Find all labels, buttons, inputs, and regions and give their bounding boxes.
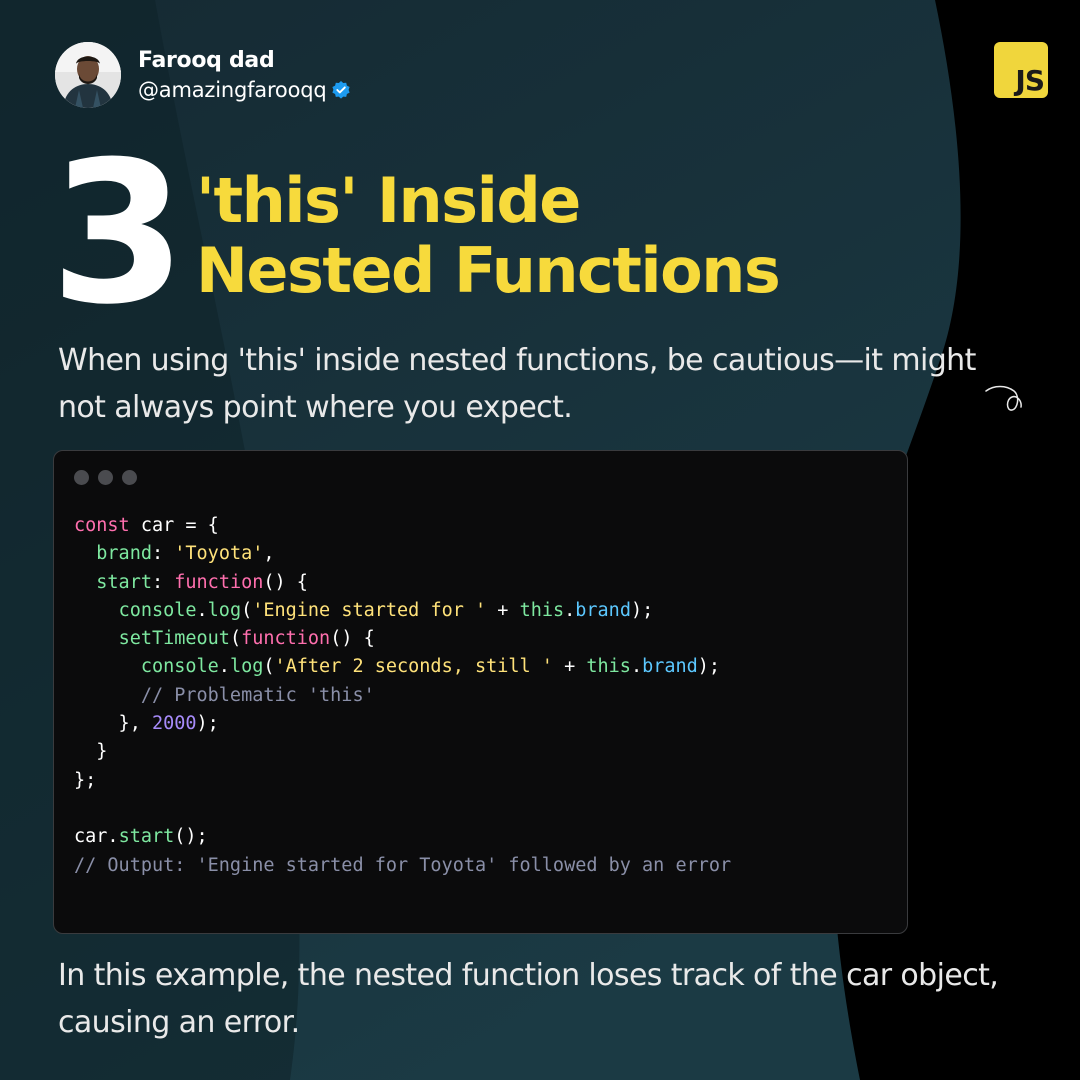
code-line: car.start(); — [74, 823, 731, 851]
verified-badge-icon — [331, 80, 351, 100]
code-token: + — [486, 599, 520, 621]
avatar[interactable] — [55, 42, 121, 108]
code-token: + — [552, 656, 587, 678]
code-token: }, — [74, 713, 152, 735]
intro-text: When using 'this' inside nested function… — [58, 343, 976, 425]
code-block: const car = { brand: 'Toyota', start: fu… — [74, 512, 731, 880]
code-token: // Output: 'Engine started for Toyota' f… — [74, 854, 732, 876]
code-token: car = { — [129, 515, 219, 536]
code-token: : — [151, 571, 175, 593]
code-token: 2000 — [151, 713, 197, 735]
code-line: } — [74, 738, 731, 766]
code-token: brand — [642, 656, 698, 678]
code-token: () { — [330, 628, 375, 650]
code-token: }; — [74, 769, 97, 791]
window-controls — [74, 470, 146, 485]
title-line-2: Nested Functions — [196, 234, 781, 307]
code-token: this — [586, 656, 631, 678]
code-token: . — [218, 656, 230, 678]
author-name[interactable]: Farooq dad — [138, 47, 351, 75]
code-token: function — [241, 628, 331, 650]
code-token: function — [174, 571, 264, 593]
js-logo: JS — [994, 42, 1048, 98]
handle-row: @amazingfarooqq — [138, 76, 351, 104]
code-line: const car = { — [74, 512, 731, 540]
outro-text: In this example, the nested function los… — [58, 958, 999, 1040]
author-handle[interactable]: @amazingfarooqq — [138, 76, 327, 104]
code-window: const car = { brand: 'Toyota', start: fu… — [53, 450, 908, 934]
code-token: ( — [241, 599, 253, 621]
code-token: console — [140, 656, 219, 678]
code-token: log — [229, 656, 264, 678]
code-line: }, 2000); — [74, 710, 731, 738]
code-token: start — [96, 571, 152, 593]
code-line: console.log('Engine started for ' + this… — [74, 597, 731, 625]
code-line: start: function() { — [74, 569, 731, 597]
step-number: 3 — [50, 120, 186, 348]
user-info: Farooq dad @amazingfarooqq — [138, 47, 351, 104]
code-token: . — [196, 599, 208, 621]
window-dot-icon — [122, 470, 137, 485]
window-dot-icon — [98, 470, 113, 485]
code-token: } — [74, 741, 108, 763]
code-token: brand — [575, 599, 631, 621]
code-token: 'Toyota' — [174, 543, 264, 565]
code-token: . — [564, 599, 576, 621]
code-token: start — [118, 826, 175, 848]
author-header: Farooq dad @amazingfarooqq — [55, 42, 351, 108]
code-token: ); — [196, 713, 219, 735]
code-token: // Problematic 'this' — [140, 684, 375, 706]
code-line: }; — [74, 767, 731, 795]
title-line-1: 'this' Inside — [196, 164, 581, 237]
code-token: ( — [263, 656, 275, 678]
slide-title: 'this' Inside Nested Functions — [196, 164, 781, 307]
code-token: this — [519, 599, 565, 621]
code-token: brand — [96, 543, 152, 565]
slide-canvas: Farooq dad @amazingfarooqq JS 3 'this' I… — [0, 0, 1080, 1080]
code-token: setTimeout — [118, 628, 230, 650]
code-line: console.log('After 2 seconds, still ' + … — [74, 653, 731, 681]
code-token: . — [630, 656, 643, 678]
code-token: 'After 2 seconds, still ' — [274, 656, 553, 678]
code-token: car. — [74, 826, 119, 848]
code-token: log — [207, 599, 242, 621]
code-token: ( — [229, 628, 242, 650]
code-token: , — [263, 543, 275, 565]
squiggle-doodle-icon — [985, 385, 1022, 411]
code-line: // Problematic 'this' — [74, 682, 731, 710]
code-token: ); — [697, 656, 721, 678]
code-line: setTimeout(function() { — [74, 625, 731, 653]
avatar-image — [55, 42, 121, 108]
code-token: (); — [174, 826, 208, 848]
code-token: const — [74, 515, 130, 536]
code-token: () { — [263, 571, 308, 593]
code-line: // Output: 'Engine started for Toyota' f… — [74, 852, 731, 880]
code-token: console — [118, 599, 197, 621]
code-token: ); — [630, 599, 654, 621]
code-token: : — [151, 543, 175, 565]
code-token: 'Engine started for ' — [252, 599, 487, 621]
window-dot-icon — [74, 470, 89, 485]
code-line: brand: 'Toyota', — [74, 540, 731, 568]
